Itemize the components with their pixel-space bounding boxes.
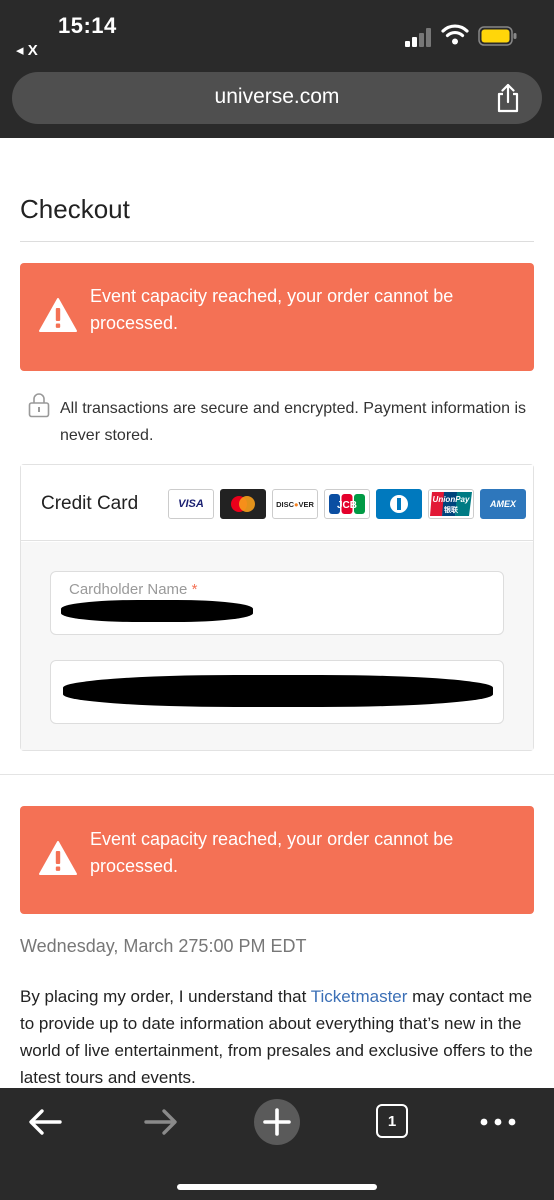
status-time: 15:14	[58, 13, 117, 38]
credit-card-header[interactable]: Credit Card VISA DISC ● VER JCB UnionPay 银联…	[21, 465, 533, 541]
battery-icon	[478, 26, 517, 46]
more-options-icon[interactable]	[476, 1104, 520, 1140]
home-indicator	[177, 1184, 377, 1190]
diners-club-logo-icon	[376, 489, 422, 519]
svg-text:银联: 银联	[444, 505, 459, 514]
mastercard-logo-icon	[220, 489, 266, 519]
warning-icon	[39, 841, 77, 875]
tab-count: 1	[387, 1112, 397, 1130]
wifi-icon	[441, 24, 469, 45]
svg-text:JCB: JCB	[337, 500, 357, 511]
error-alert-text: Event capacity reached, your order canno…	[90, 829, 454, 876]
title-divider	[20, 241, 534, 242]
security-notice-text: All transactions are secure and encrypte…	[60, 400, 527, 444]
credit-card-panel: Credit Card VISA DISC ● VER JCB UnionPay 银联…	[20, 464, 534, 751]
redacted-card-number	[63, 675, 493, 707]
browser-address-area: universe.com	[0, 62, 554, 138]
order-disclaimer: By placing my order, I understand that T…	[20, 987, 533, 1087]
discover-logo-icon: DISC ● VER	[272, 489, 318, 519]
ticketmaster-link[interactable]: Ticketmaster	[311, 987, 408, 1006]
tab-switcher-button[interactable]: 1	[376, 1104, 408, 1138]
redacted-cardholder-name	[61, 600, 253, 622]
cardholder-name-input[interactable]: Cardholder Name *	[50, 571, 504, 635]
card-form: Cardholder Name *	[21, 542, 533, 750]
status-bar: 15:14 ◂ X	[0, 0, 554, 62]
jcb-logo-icon: JCB	[324, 489, 370, 519]
card-number-input[interactable]	[50, 660, 504, 724]
error-alert-text: Event capacity reached, your order canno…	[90, 286, 454, 333]
url-text[interactable]: universe.com	[12, 85, 542, 109]
page-title: Checkout	[20, 194, 130, 224]
warning-icon	[39, 298, 77, 332]
lock-icon	[28, 393, 50, 418]
address-bar[interactable]: universe.com	[12, 72, 542, 124]
checkout-page: Checkout Event capacity reached, your or…	[0, 138, 554, 1088]
back-arrow-icon[interactable]	[24, 1104, 68, 1140]
new-tab-icon[interactable]	[253, 1098, 301, 1146]
event-date: Wednesday, March 275:00 PM EDT	[20, 936, 307, 956]
required-marker: *	[191, 581, 198, 598]
cardholder-name-label: Cardholder Name *	[69, 581, 198, 598]
back-to-app-link[interactable]: ◂ X	[16, 41, 38, 59]
error-alert-bottom: Event capacity reached, your order canno…	[20, 806, 534, 914]
cellular-signal-icon	[405, 27, 435, 47]
section-divider	[0, 774, 554, 775]
forward-arrow-icon[interactable]	[138, 1104, 182, 1140]
share-icon[interactable]	[494, 83, 522, 113]
unionpay-logo-icon: UnionPay 银联	[428, 489, 474, 519]
svg-text:UnionPay: UnionPay	[433, 495, 470, 504]
amex-logo-icon: AMEX	[480, 489, 526, 519]
visa-logo-icon: VISA	[168, 489, 214, 519]
credit-card-title: Credit Card	[41, 493, 139, 514]
error-alert-top: Event capacity reached, your order canno…	[20, 263, 534, 371]
